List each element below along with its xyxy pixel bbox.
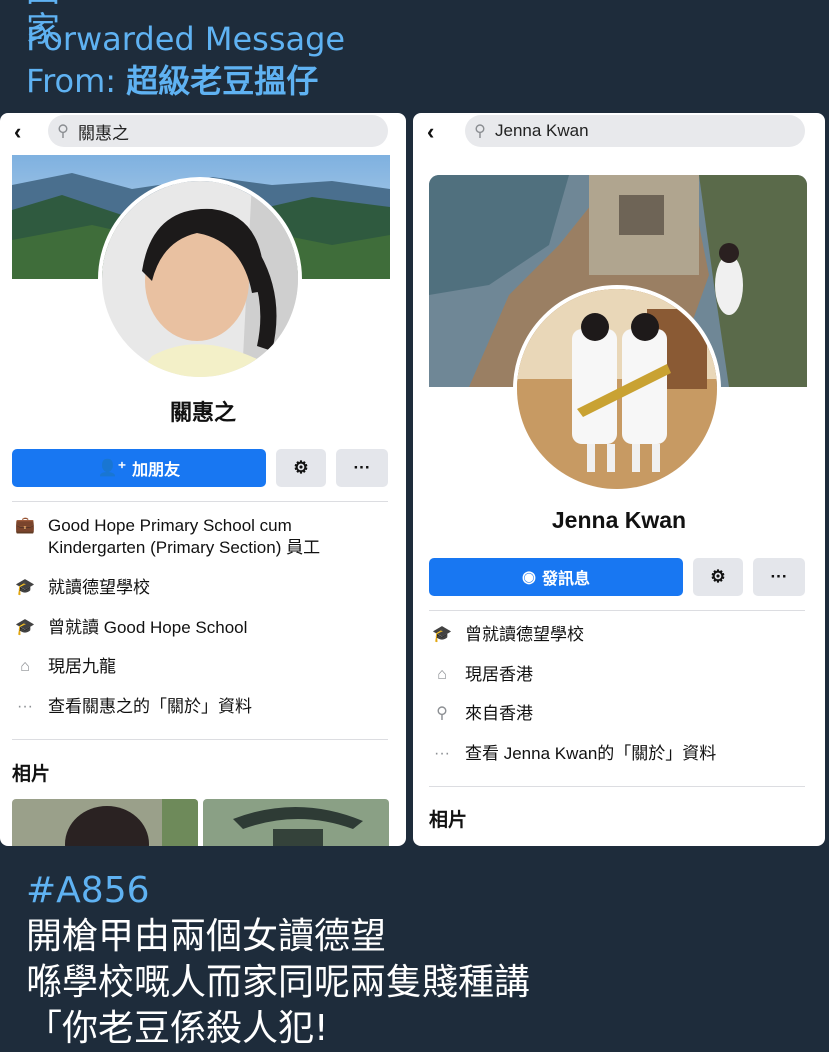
search-icon: ⚲ <box>57 123 69 140</box>
info-from[interactable]: ⚲ 來自香港 <box>429 703 533 725</box>
messenger-icon: ◉ <box>522 569 536 586</box>
forwarded-label: Forwarded Message <box>26 20 346 58</box>
avatar-image <box>517 289 717 489</box>
add-friend-label: 加朋友 <box>132 462 181 479</box>
info-former-school[interactable]: 🎓 曾就讀德望學校 <box>429 624 584 646</box>
caption-line: 「你老豆係殺人犯! <box>26 1008 329 1049</box>
photo-thumbnail[interactable] <box>12 799 198 846</box>
photos-title: 相片 <box>429 810 468 831</box>
more-label: ··· <box>770 567 788 586</box>
info-see-about[interactable]: ··· 查看 Jenna Kwan的「關於」資料 <box>429 743 716 765</box>
info-lives-in[interactable]: ⌂ 現居九龍 <box>12 656 116 678</box>
caption-line: 開槍甲由兩個女讀德望 <box>26 916 387 957</box>
avatar-image <box>102 181 298 377</box>
photo-image <box>203 799 389 846</box>
gear-icon: ⚙ <box>710 567 726 586</box>
info-school[interactable]: 🎓 就讀德望學校 <box>12 577 150 599</box>
divider <box>12 501 388 502</box>
divider <box>429 610 805 611</box>
graduation-cap-icon: 🎓 <box>432 626 452 643</box>
hashtag-link[interactable]: #A856 <box>26 868 530 914</box>
settings-button[interactable]: ⚙ <box>693 558 743 596</box>
settings-button[interactable]: ⚙ <box>276 449 326 487</box>
more-dots-icon: ··· <box>434 745 450 762</box>
profile-avatar[interactable] <box>98 177 302 381</box>
forwarded-from[interactable]: From: 超級老豆搵仔 <box>26 62 318 100</box>
info-text: 現居九龍 <box>48 657 116 676</box>
gear-icon: ⚙ <box>293 458 309 477</box>
home-icon: ⌂ <box>437 666 447 683</box>
search-query: 關惠之 <box>78 123 129 143</box>
info-text: Good Hope Primary School cum Kindergarte… <box>48 516 321 557</box>
back-arrow-icon[interactable]: ‹ <box>14 119 34 145</box>
search-input[interactable]: ⚲ 關惠之 <box>48 115 388 147</box>
caption-line: 喺學校嘅人而家同呢兩隻賤種講 <box>26 962 531 1003</box>
back-arrow-icon[interactable]: ‹ <box>427 119 447 145</box>
from-name[interactable]: 超級老豆搵仔 <box>126 62 318 100</box>
search-input[interactable]: ⚲ Jenna Kwan <box>465 115 805 147</box>
info-text: 查看 Jenna Kwan的「關於」資料 <box>465 744 717 763</box>
info-text: 曾就讀 Good Hope School <box>48 618 248 637</box>
graduation-cap-icon: 🎓 <box>15 619 35 636</box>
info-text: 查看關惠之的「關於」資料 <box>48 697 252 716</box>
from-label: From: <box>26 62 127 100</box>
info-see-about[interactable]: ··· 查看關惠之的「關於」資料 <box>12 696 252 718</box>
info-work[interactable]: 💼 Good Hope Primary School cum Kindergar… <box>12 515 382 559</box>
profile-name: Jenna Kwan <box>551 507 687 533</box>
search-query: Jenna Kwan <box>495 121 589 140</box>
divider <box>429 786 805 787</box>
info-text: 曾就讀德望學校 <box>465 625 584 644</box>
send-message-label: 發訊息 <box>541 571 590 588</box>
profile-name: 關惠之 <box>169 400 236 425</box>
search-icon: ⚲ <box>474 123 486 140</box>
search-bar: ‹ ⚲ 關惠之 <box>0 113 406 151</box>
photos-title: 相片 <box>12 764 51 785</box>
more-dots-icon: ··· <box>17 698 33 715</box>
profile-screenshot-left[interactable]: ‹ ⚲ 關惠之 關惠之 👤⁺ 加朋友 ⚙ ··· 💼 Good Hope Pri… <box>0 113 406 846</box>
more-label: ··· <box>353 458 371 477</box>
info-former-school[interactable]: 🎓 曾就讀 Good Hope School <box>12 617 247 639</box>
add-friend-icon: 👤⁺ <box>97 460 127 477</box>
info-text: 就讀德望學校 <box>48 578 150 597</box>
profile-avatar[interactable] <box>513 285 721 493</box>
briefcase-icon: 💼 <box>15 517 35 534</box>
profile-screenshot-right[interactable]: ‹ ⚲ Jenna Kwan Jenna Kwan ◉ 發訊息 ⚙ ··· 🎓 … <box>413 113 825 846</box>
location-pin-icon: ⚲ <box>436 705 448 722</box>
more-options-button[interactable]: ··· <box>336 449 388 487</box>
photo-thumbnail[interactable] <box>203 799 389 846</box>
info-text: 來自香港 <box>465 704 533 723</box>
info-text: 現居香港 <box>465 665 533 684</box>
info-lives-in[interactable]: ⌂ 現居香港 <box>429 664 533 686</box>
divider <box>12 739 388 740</box>
send-message-button[interactable]: ◉ 發訊息 <box>429 558 683 596</box>
more-options-button[interactable]: ··· <box>753 558 805 596</box>
add-friend-button[interactable]: 👤⁺ 加朋友 <box>12 449 266 487</box>
search-bar: ‹ ⚲ Jenna Kwan <box>413 113 825 151</box>
graduation-cap-icon: 🎓 <box>15 579 35 596</box>
message-caption: #A856 開槍甲由兩個女讀德望 喺學校嘅人而家同呢兩隻賤種講 「你老豆係殺人犯… <box>26 868 530 1052</box>
photo-image <box>12 799 198 846</box>
home-icon: ⌂ <box>20 658 30 675</box>
